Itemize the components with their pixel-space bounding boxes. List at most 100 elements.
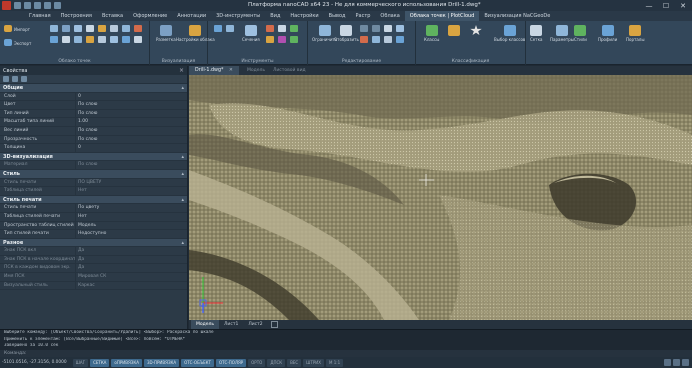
collapse-chevron-icon[interactable]: ▴ bbox=[181, 84, 184, 93]
styles-button[interactable]: Стили bbox=[574, 25, 587, 42]
info-icon[interactable] bbox=[134, 36, 142, 43]
fence-icon[interactable] bbox=[384, 25, 392, 32]
classes-button[interactable]: Классы bbox=[424, 25, 439, 42]
property-value[interactable]: ПО ЦВЕТУ bbox=[75, 178, 187, 187]
properties-section[interactable]: Стиль печати ▴ bbox=[0, 195, 187, 205]
view-label[interactable]: Модель bbox=[247, 68, 265, 73]
close-panel-icon[interactable]: × bbox=[179, 67, 184, 74]
property-value[interactable]: По слою bbox=[75, 135, 187, 144]
section-icon[interactable] bbox=[110, 36, 118, 43]
document-tab[interactable]: Drill-1.dwg* ✕ bbox=[189, 66, 239, 75]
property-row[interactable]: Стиль печати По цвету bbox=[0, 204, 187, 213]
menu-icon[interactable] bbox=[682, 359, 689, 366]
property-value[interactable]: 0 bbox=[75, 92, 187, 101]
tab-settings[interactable]: Настройки bbox=[285, 11, 323, 21]
properties-section[interactable]: 3D-визуализация ▴ bbox=[0, 152, 187, 162]
tab-model[interactable]: Модель bbox=[191, 320, 220, 329]
paint-icon[interactable] bbox=[266, 36, 274, 43]
measure-icon[interactable] bbox=[98, 36, 106, 43]
star-button[interactable] bbox=[470, 25, 482, 36]
property-value[interactable]: Нет bbox=[75, 187, 187, 195]
palette-icon[interactable] bbox=[278, 36, 286, 43]
property-value[interactable]: По цвету bbox=[75, 204, 187, 212]
property-row[interactable]: Знак ПСК вкл Да bbox=[0, 247, 187, 256]
tab-home[interactable]: Главная bbox=[24, 11, 56, 21]
drawing-viewport[interactable] bbox=[189, 75, 692, 320]
tab-insert[interactable]: Вставка bbox=[97, 11, 128, 21]
tab-3d-tools[interactable]: 3D-инструменты bbox=[211, 11, 265, 21]
undo-icon[interactable] bbox=[44, 2, 51, 9]
property-row[interactable]: Материал По слою bbox=[0, 161, 187, 170]
property-row[interactable]: Таблица стилей Нет bbox=[0, 187, 187, 196]
select-icon[interactable] bbox=[360, 25, 368, 32]
sections-button[interactable]: Сечения bbox=[242, 25, 260, 42]
collapse-chevron-icon[interactable]: ▴ bbox=[181, 239, 184, 248]
tab-point-clouds[interactable]: Облака точек | PlotCloud bbox=[404, 11, 480, 21]
property-value[interactable]: Да bbox=[75, 247, 187, 255]
properties-section[interactable]: Стиль ▴ bbox=[0, 169, 187, 179]
layers-icon[interactable] bbox=[62, 25, 70, 32]
properties-section[interactable]: Разное ▴ bbox=[0, 238, 187, 248]
property-row[interactable]: Тип стилей печати Недоступно bbox=[0, 230, 187, 239]
lasso-icon[interactable] bbox=[372, 25, 380, 32]
cloud-icon[interactable] bbox=[50, 25, 58, 32]
property-row[interactable]: Стиль печати ПО ЦВЕТУ bbox=[0, 178, 187, 188]
collapse-chevron-icon[interactable]: ▴ bbox=[181, 153, 184, 162]
close-doc-icon[interactable]: ✕ bbox=[229, 68, 233, 73]
scale-icon[interactable] bbox=[74, 36, 82, 43]
status-toggle-button[interactable]: ВЕС bbox=[287, 358, 302, 367]
grid-button[interactable]: Сетка bbox=[530, 25, 542, 42]
status-toggle-button[interactable]: ОТС-ПОЛЯР bbox=[215, 358, 247, 367]
open-file-icon[interactable] bbox=[24, 2, 31, 9]
property-row[interactable]: Вес линий По слою bbox=[0, 126, 187, 136]
parameters-button[interactable]: Параметры bbox=[550, 25, 574, 42]
properties-section[interactable]: Общие ▴ bbox=[0, 84, 187, 93]
status-toggle-button[interactable]: ШАГ bbox=[72, 358, 89, 367]
redo-icon[interactable] bbox=[54, 2, 61, 9]
box-icon[interactable] bbox=[278, 25, 286, 32]
property-value[interactable]: 1.00 bbox=[75, 118, 187, 126]
view-label[interactable]: Листовой вид bbox=[273, 68, 306, 73]
toggle-pickadd-icon[interactable] bbox=[21, 76, 27, 82]
tab-clouds[interactable]: Облака bbox=[375, 11, 404, 21]
tab-sheet-1[interactable]: Лист1 bbox=[219, 320, 243, 329]
app-logo-icon[interactable] bbox=[2, 1, 11, 10]
tab-draw[interactable]: Построения bbox=[56, 11, 97, 21]
status-toggle-button[interactable]: оПРИВЯЗКА bbox=[111, 358, 142, 367]
property-value[interactable]: Каркас bbox=[75, 281, 187, 290]
property-value[interactable]: 0 bbox=[75, 144, 187, 152]
property-value[interactable]: Мировая СК bbox=[75, 273, 187, 281]
erase-icon[interactable] bbox=[360, 36, 368, 43]
tab-sheet-2[interactable]: Лист2 bbox=[243, 320, 267, 329]
property-row[interactable]: Таблица стилей печати Нет bbox=[0, 212, 187, 222]
chart-button[interactable] bbox=[448, 25, 460, 36]
tab-format[interactable]: Оформление bbox=[128, 11, 172, 21]
group-icon[interactable] bbox=[226, 25, 234, 32]
tree-icon[interactable] bbox=[290, 25, 298, 32]
maximize-button[interactable]: ☐ bbox=[657, 0, 675, 11]
lock-icon[interactable] bbox=[664, 359, 671, 366]
quick-select-icon[interactable] bbox=[3, 76, 9, 82]
property-value[interactable]: Да bbox=[75, 264, 187, 273]
status-toggle-button[interactable]: ШТРИХ bbox=[303, 358, 325, 367]
property-value[interactable]: По слою bbox=[75, 101, 187, 109]
property-row[interactable]: Знак ПСК в начале координат Да bbox=[0, 255, 187, 265]
settings-icon[interactable] bbox=[673, 359, 680, 366]
terrain-icon[interactable] bbox=[290, 36, 298, 43]
rotate-icon[interactable] bbox=[62, 36, 70, 43]
command-input[interactable]: Команда: bbox=[0, 350, 692, 357]
search-icon[interactable] bbox=[214, 25, 222, 32]
add-layout-icon[interactable] bbox=[270, 321, 278, 328]
select-classes-button[interactable]: Выбор классов bbox=[494, 25, 525, 42]
minimize-button[interactable]: — bbox=[640, 0, 658, 11]
tab-view[interactable]: Вид bbox=[265, 11, 285, 21]
property-row[interactable]: Цвет По слою bbox=[0, 101, 187, 110]
property-row[interactable]: Тип линий По слою bbox=[0, 109, 187, 119]
property-row[interactable]: Толщина 0 bbox=[0, 144, 187, 153]
sphere-icon[interactable] bbox=[122, 25, 130, 32]
select-objects-icon[interactable] bbox=[12, 76, 18, 82]
filter-icon[interactable] bbox=[86, 25, 94, 32]
portals-button[interactable]: Порталы bbox=[626, 25, 645, 42]
property-value[interactable]: Недоступно bbox=[75, 230, 187, 238]
status-toggle-button[interactable]: 3D-ПРИВЯЗКА bbox=[143, 358, 180, 367]
